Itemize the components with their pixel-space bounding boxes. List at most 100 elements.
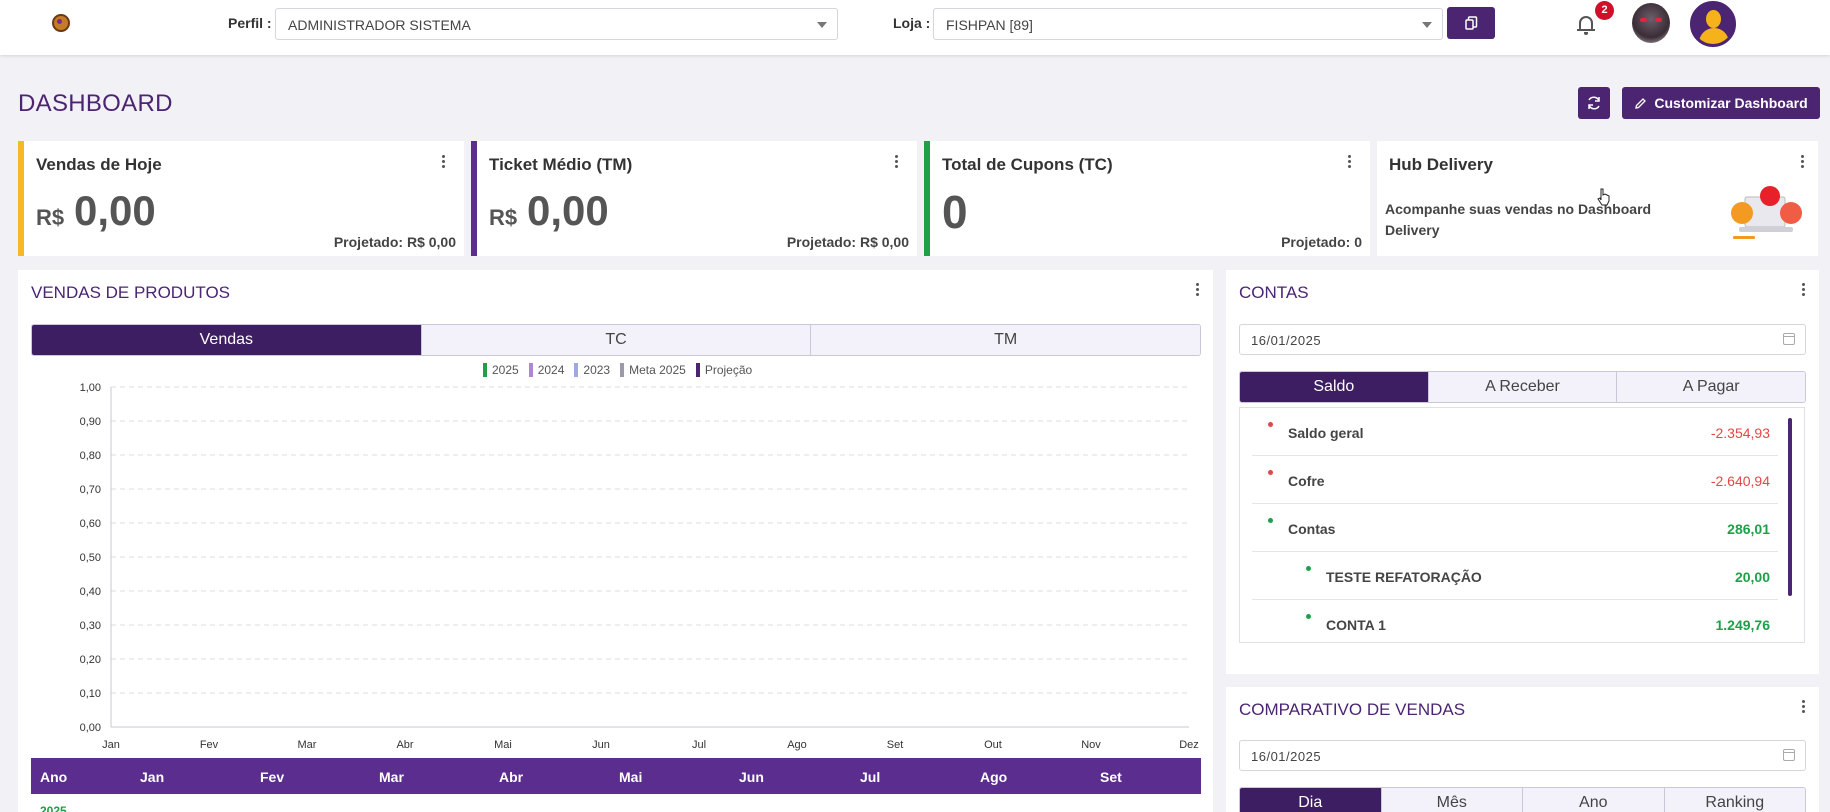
- kpi-value: 0: [942, 186, 968, 238]
- chevron-down-icon: [1422, 22, 1432, 28]
- chevron-down-icon: [817, 22, 827, 28]
- cookie-icon[interactable]: [52, 14, 70, 32]
- copy-store-button[interactable]: [1447, 7, 1495, 39]
- hand-cursor-icon: [1597, 188, 1610, 206]
- tab-ano[interactable]: Ano: [1523, 788, 1665, 812]
- kpi-currency: R$: [489, 205, 518, 230]
- customize-dashboard-button[interactable]: Customizar Dashboard: [1622, 87, 1820, 119]
- robot-assistant-avatar[interactable]: [1632, 3, 1670, 43]
- profile-select-value: ADMINISTRADOR SISTEMA: [288, 17, 471, 33]
- store-select-value: FISHPAN [89]: [946, 17, 1033, 33]
- monthly-table-header: Ano Jan Fev Mar Abr Mai Jun Jul Ago Set: [31, 758, 1201, 794]
- store-select[interactable]: FISHPAN [89]: [933, 8, 1443, 40]
- tab-tm[interactable]: TM: [811, 325, 1200, 355]
- user-avatar[interactable]: [1690, 1, 1736, 47]
- store-label: Loja :: [893, 15, 931, 31]
- panel-title: VENDAS DE PRODUTOS: [31, 283, 231, 302]
- kpi-title: Total de Cupons (TC): [942, 155, 1113, 174]
- x-tick-label: Ago: [787, 739, 807, 751]
- customize-dashboard-label: Customizar Dashboard: [1654, 95, 1808, 111]
- kpi-card-ticket: Ticket Médio (TM) R$ 0,00 Projetado: R$ …: [471, 141, 917, 256]
- accounts-tabs: Saldo A Receber A Pagar: [1239, 371, 1806, 403]
- more-menu-icon[interactable]: [1348, 155, 1352, 169]
- accounts-list: Saldo geral -2.354,93 Cofre -2.640,94 Co…: [1239, 407, 1805, 643]
- profile-label: Perfil :: [228, 15, 272, 31]
- x-tick-label: Fev: [200, 739, 219, 751]
- table-header-cell: Abr: [499, 769, 524, 785]
- tab-a-pagar[interactable]: A Pagar: [1617, 372, 1805, 402]
- date-value: 16/01/2025: [1251, 749, 1322, 764]
- kpi-card-sales-today: Vendas de Hoje R$ 0,00 Projetado: R$ 0,0…: [18, 141, 464, 256]
- x-tick-label: Abr: [396, 739, 413, 751]
- y-tick-label: 1,00: [80, 382, 101, 394]
- list-item[interactable]: TESTE REFATORAÇÃO 20,00: [1252, 552, 1778, 600]
- table-row-year: 2025: [40, 804, 67, 812]
- y-tick-label: 0,80: [80, 450, 101, 462]
- list-item[interactable]: CONTA 1 1.249,76: [1252, 600, 1778, 642]
- table-header-cell: Mar: [379, 769, 404, 785]
- y-tick-label: 0,40: [80, 586, 101, 598]
- bell-icon[interactable]: [1577, 14, 1595, 35]
- calendar-icon: [1783, 333, 1795, 345]
- list-item[interactable]: Saldo geral -2.354,93: [1252, 408, 1778, 456]
- y-tick-label: 0,20: [80, 654, 101, 666]
- comparison-date-input[interactable]: 16/01/2025: [1239, 740, 1806, 771]
- tab-saldo[interactable]: Saldo: [1240, 372, 1429, 402]
- more-menu-icon[interactable]: [895, 155, 899, 169]
- x-tick-label: Jul: [692, 739, 706, 751]
- table-header-cell: Set: [1100, 769, 1122, 785]
- table-header-cell: Ano: [40, 769, 68, 785]
- x-tick-label: Mar: [298, 739, 317, 751]
- page-title: DASHBOARD: [18, 90, 173, 117]
- kpi-projected: Projetado: R$ 0,00: [786, 234, 909, 250]
- y-tick-label: 0,60: [80, 518, 101, 530]
- kpi-title: Hub Delivery: [1389, 155, 1493, 174]
- list-item[interactable]: Contas 286,01: [1252, 504, 1778, 552]
- table-header-cell: Jun: [739, 769, 764, 785]
- kpi-projected: Projetado: 0: [1281, 234, 1362, 250]
- panel-title: COMPARATIVO DE VENDAS: [1239, 700, 1466, 719]
- kpi-title: Vendas de Hoje: [36, 155, 162, 174]
- more-menu-icon[interactable]: [1802, 700, 1806, 714]
- list-scrollbar[interactable]: [1788, 418, 1792, 596]
- tab-ranking[interactable]: Ranking: [1664, 788, 1805, 812]
- table-header-cell: Mai: [619, 769, 643, 785]
- y-tick-label: 0,10: [80, 688, 101, 700]
- more-menu-icon[interactable]: [1196, 283, 1200, 297]
- more-menu-icon[interactable]: [442, 155, 446, 169]
- tab-a-receber[interactable]: A Receber: [1428, 372, 1618, 402]
- calendar-icon: [1783, 749, 1795, 761]
- more-menu-icon[interactable]: [1802, 283, 1806, 297]
- kpi-card-coupons: Total de Cupons (TC) 0 Projetado: 0: [924, 141, 1370, 256]
- date-value: 16/01/2025: [1251, 333, 1322, 348]
- list-item[interactable]: Cofre -2.640,94: [1252, 456, 1778, 504]
- product-sales-tabs: Vendas TC TM: [31, 324, 1201, 356]
- top-bar: Perfil : ADMINISTRADOR SISTEMA Loja : FI…: [0, 0, 1830, 55]
- table-header-cell: Ago: [980, 769, 1008, 785]
- tab-tc[interactable]: TC: [421, 325, 812, 355]
- comparison-tabs: Dia Mês Ano Ranking: [1239, 787, 1806, 812]
- accounts-date-input[interactable]: 16/01/2025: [1239, 324, 1806, 355]
- tab-vendas[interactable]: Vendas: [32, 325, 422, 355]
- y-tick-label: 0,30: [80, 620, 101, 632]
- kpi-currency: R$: [36, 205, 65, 230]
- y-tick-label: 0,50: [80, 552, 101, 564]
- y-tick-label: 0,00: [80, 722, 101, 734]
- x-tick-label: Dez: [1179, 739, 1199, 751]
- table-header-cell: Jul: [860, 769, 881, 785]
- notification-badge: 2: [1595, 1, 1614, 20]
- kpi-projected: Projetado: R$ 0,00: [333, 234, 456, 250]
- more-menu-icon[interactable]: [1801, 155, 1805, 169]
- delivery-illustration: [1731, 186, 1802, 239]
- x-tick-label: Nov: [1081, 739, 1101, 751]
- tab-mes[interactable]: Mês: [1381, 788, 1523, 812]
- x-tick-label: Mai: [494, 739, 512, 751]
- y-tick-label: 0,90: [80, 416, 101, 428]
- kpi-value: 0,00: [74, 187, 156, 234]
- profile-select[interactable]: ADMINISTRADOR SISTEMA: [275, 8, 838, 40]
- refresh-button[interactable]: [1578, 87, 1610, 119]
- copy-icon: [1464, 16, 1477, 30]
- tab-dia[interactable]: Dia: [1240, 788, 1382, 812]
- kpi-value: 0,00: [527, 187, 609, 234]
- pencil-icon: [1635, 97, 1647, 109]
